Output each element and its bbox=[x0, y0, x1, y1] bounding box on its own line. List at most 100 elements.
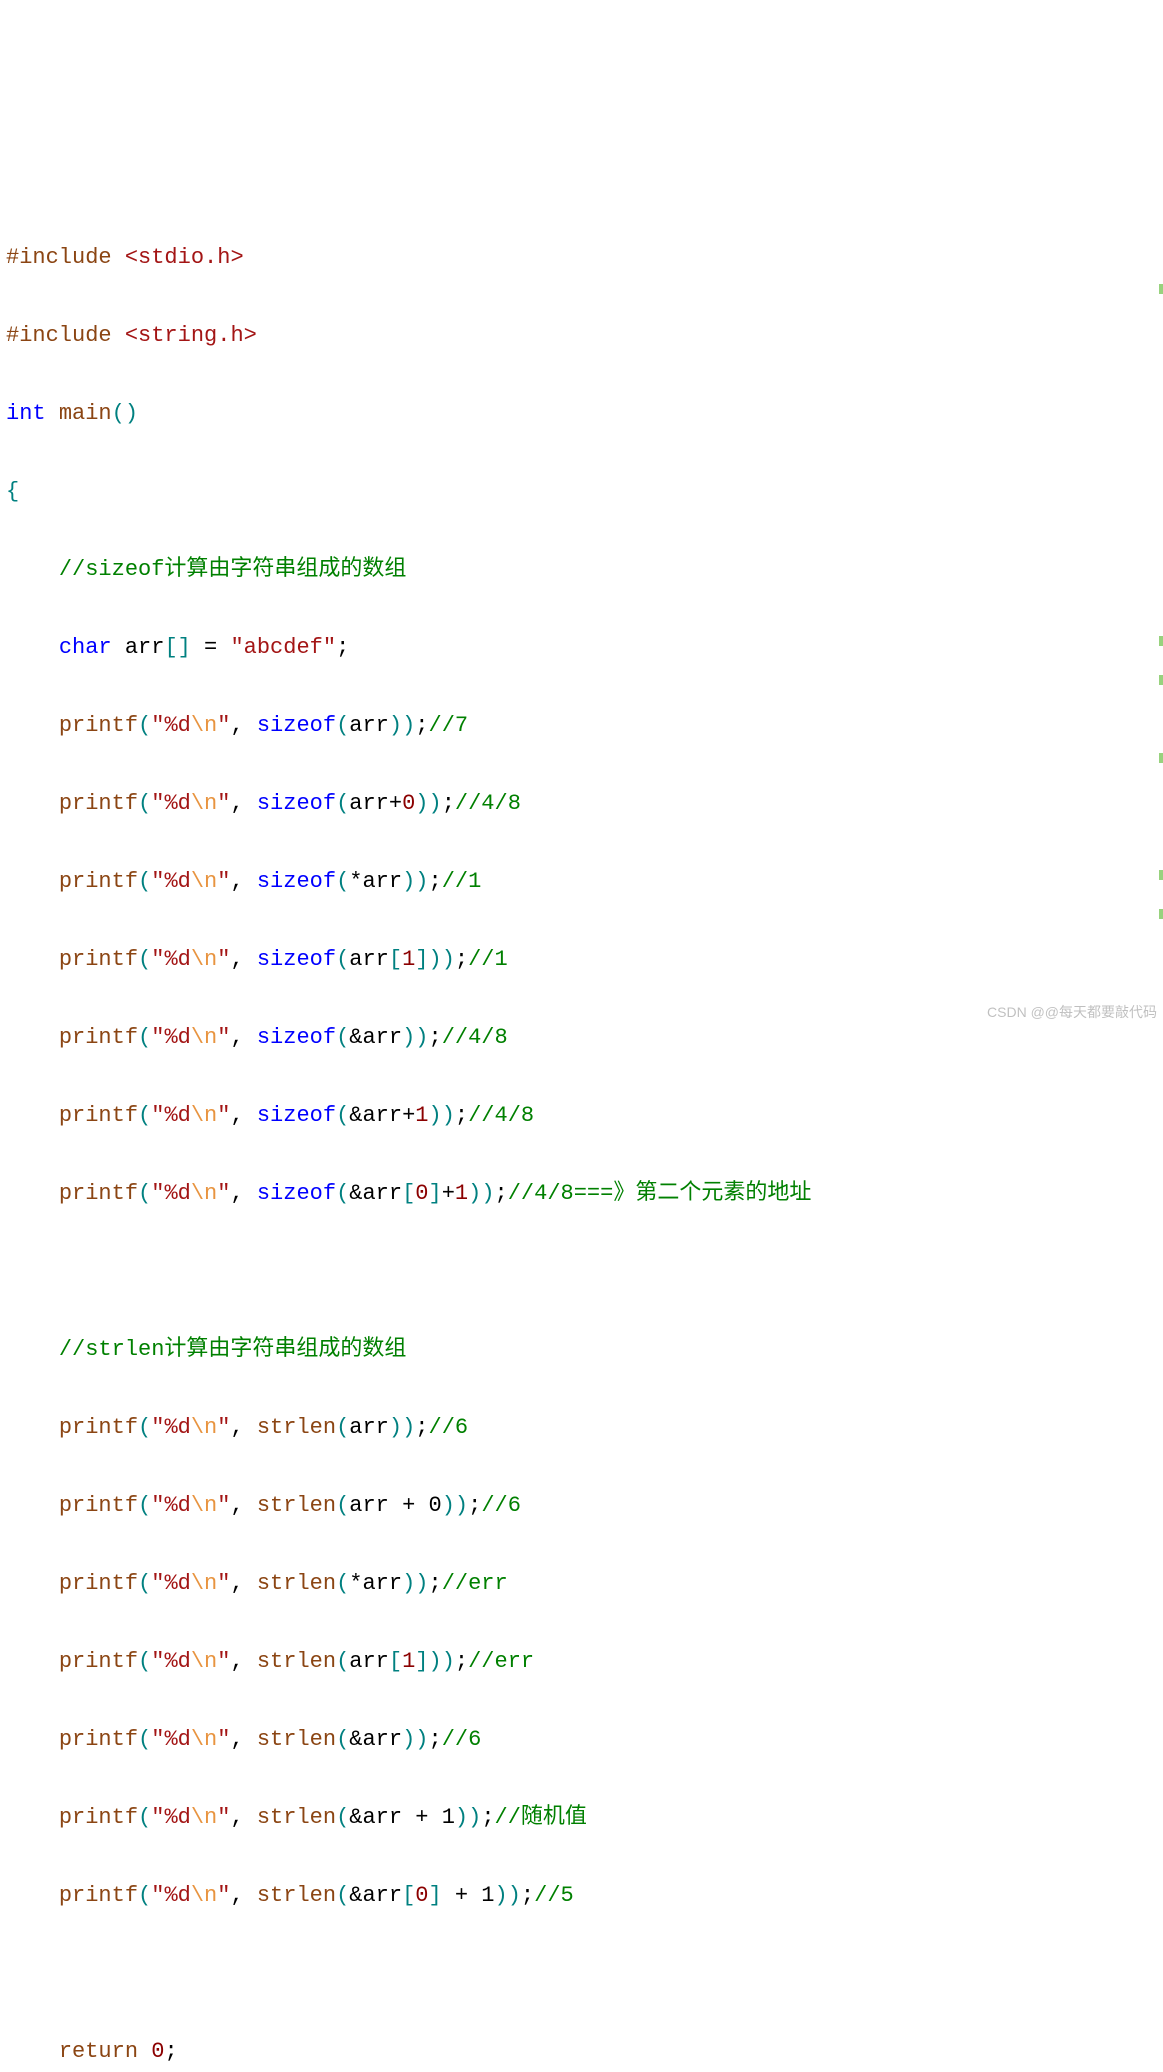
code-line: printf("%d\n", sizeof(*arr));//1 bbox=[6, 862, 1157, 901]
preproc-include: #include bbox=[6, 323, 112, 348]
fn-printf: printf bbox=[59, 791, 138, 816]
fn-printf: printf bbox=[59, 869, 138, 894]
num-0: 0 bbox=[151, 2039, 164, 2064]
op-eq: = bbox=[191, 635, 231, 660]
watermark: CSDN @@每天都要敲代码 bbox=[987, 993, 1157, 1032]
semicolon: ; bbox=[415, 713, 428, 738]
code-line-blank bbox=[6, 1252, 1157, 1291]
comment: //随机值 bbox=[495, 1805, 587, 1830]
kw-sizeof: sizeof bbox=[257, 1103, 336, 1128]
code-line: printf("%d\n", strlen(&arr[0] + 1));//5 bbox=[6, 1876, 1157, 1915]
fn-printf: printf bbox=[59, 1025, 138, 1050]
comment: //7 bbox=[429, 713, 469, 738]
fn-printf: printf bbox=[59, 1649, 138, 1674]
code-line: //strlen计算由字符串组成的数组 bbox=[6, 1330, 1157, 1369]
fn-printf: printf bbox=[59, 713, 138, 738]
code-line: printf("%d\n", sizeof(arr[1]));//1 bbox=[6, 940, 1157, 979]
code-line: //sizeof计算由字符串组成的数组 bbox=[6, 550, 1157, 589]
fn-printf: printf bbox=[59, 1493, 138, 1518]
num-0: 0 bbox=[402, 791, 415, 816]
fmt-pct: %d bbox=[164, 713, 190, 738]
kw-int: int bbox=[6, 401, 46, 426]
header-stdio: <stdio.h> bbox=[125, 245, 244, 270]
paren-open: ( bbox=[138, 713, 151, 738]
fn-strlen: strlen bbox=[257, 1493, 336, 1518]
code-line: printf("%d\n", strlen(arr[1]));//err bbox=[6, 1642, 1157, 1681]
code-line: printf("%d\n", sizeof(&arr+1));//4/8 bbox=[6, 1096, 1157, 1135]
kw-sizeof: sizeof bbox=[257, 791, 336, 816]
fn-printf: printf bbox=[59, 1727, 138, 1752]
kw-sizeof: sizeof bbox=[257, 1025, 336, 1050]
comment: //4/8 bbox=[442, 1025, 508, 1050]
comment: //6 bbox=[442, 1727, 482, 1752]
fn-strlen: strlen bbox=[257, 1805, 336, 1830]
kw-sizeof: sizeof bbox=[257, 869, 336, 894]
code-line: return 0; bbox=[6, 2032, 1157, 2071]
code-line: printf("%d\n", strlen(&arr + 1));//随机值 bbox=[6, 1798, 1157, 1837]
brace-open: { bbox=[6, 479, 19, 504]
comment: //4/8===》第二个元素的地址 bbox=[508, 1181, 812, 1206]
comment: //err bbox=[442, 1571, 508, 1596]
code-line: printf("%d\n", sizeof(arr+0));//4/8 bbox=[6, 784, 1157, 823]
code-line: { bbox=[6, 472, 1157, 511]
op-plus: + bbox=[389, 791, 402, 816]
code-line-blank bbox=[6, 1954, 1157, 1993]
kw-sizeof: sizeof bbox=[257, 713, 336, 738]
fmt-q: " bbox=[217, 713, 230, 738]
bracket-pair: [] bbox=[164, 635, 190, 660]
comment: //6 bbox=[429, 1415, 469, 1440]
comment: //6 bbox=[481, 1493, 521, 1518]
num-1: 1 bbox=[402, 947, 415, 972]
comment-sizeof-title: //sizeof计算由字符串组成的数组 bbox=[59, 557, 407, 582]
fn-strlen: strlen bbox=[257, 1571, 336, 1596]
fn-printf: printf bbox=[59, 1181, 138, 1206]
fn-printf: printf bbox=[59, 1805, 138, 1830]
ident-arr: arr bbox=[125, 635, 165, 660]
code-line: printf("%d\n", sizeof(arr));//7 bbox=[6, 706, 1157, 745]
code-line: printf("%d\n", sizeof(&arr));//4/8 bbox=[6, 1018, 1157, 1057]
comment: //5 bbox=[534, 1883, 574, 1908]
fn-printf: printf bbox=[59, 1883, 138, 1908]
code-line: printf("%d\n", strlen(&arr));//6 bbox=[6, 1720, 1157, 1759]
comment: //1 bbox=[468, 947, 508, 972]
code-line: printf("%d\n", strlen(arr + 0));//6 bbox=[6, 1486, 1157, 1525]
fn-printf: printf bbox=[59, 1571, 138, 1596]
op-star: * bbox=[349, 869, 362, 894]
kw-sizeof: sizeof bbox=[257, 947, 336, 972]
paren-open: ( bbox=[336, 713, 349, 738]
code-line: printf("%d\n", sizeof(&arr[0]+1));//4/8=… bbox=[6, 1174, 1157, 1213]
op-amp: & bbox=[349, 1025, 362, 1050]
fn-printf: printf bbox=[59, 1415, 138, 1440]
comma: , bbox=[230, 713, 256, 738]
code-line: int main() bbox=[6, 394, 1157, 433]
fn-strlen: strlen bbox=[257, 1649, 336, 1674]
ident-arr: arr bbox=[349, 713, 389, 738]
fn-printf: printf bbox=[59, 1103, 138, 1128]
code-line: printf("%d\n", strlen(*arr));//err bbox=[6, 1564, 1157, 1603]
preproc-include: #include bbox=[6, 245, 112, 270]
semicolon: ; bbox=[164, 2039, 177, 2064]
comment: //4/8 bbox=[455, 791, 521, 816]
gutter-markers bbox=[1157, 0, 1163, 1036]
kw-sizeof: sizeof bbox=[257, 1181, 336, 1206]
fn-strlen: strlen bbox=[257, 1415, 336, 1440]
header-string: <string.h> bbox=[125, 323, 257, 348]
fmt-q: " bbox=[151, 713, 164, 738]
comment: //4/8 bbox=[468, 1103, 534, 1128]
string-abcdef: "abcdef" bbox=[230, 635, 336, 660]
comment-strlen-title: //strlen计算由字符串组成的数组 bbox=[59, 1337, 407, 1362]
comment: //1 bbox=[442, 869, 482, 894]
comment: //err bbox=[468, 1649, 534, 1674]
code-line: char arr[] = "abcdef"; bbox=[6, 628, 1157, 667]
code-line: #include <string.h> bbox=[6, 316, 1157, 355]
code-line: #include <stdio.h> bbox=[6, 238, 1157, 277]
fn-printf: printf bbox=[59, 947, 138, 972]
paren-open: ( bbox=[112, 401, 125, 426]
op-plus: + bbox=[402, 1103, 415, 1128]
op-plus-sp: + 0 bbox=[389, 1493, 442, 1518]
kw-char: char bbox=[59, 635, 112, 660]
paren-close: ) bbox=[125, 401, 138, 426]
fn-strlen: strlen bbox=[257, 1727, 336, 1752]
semicolon: ; bbox=[336, 635, 349, 660]
paren-close: ) bbox=[402, 713, 415, 738]
